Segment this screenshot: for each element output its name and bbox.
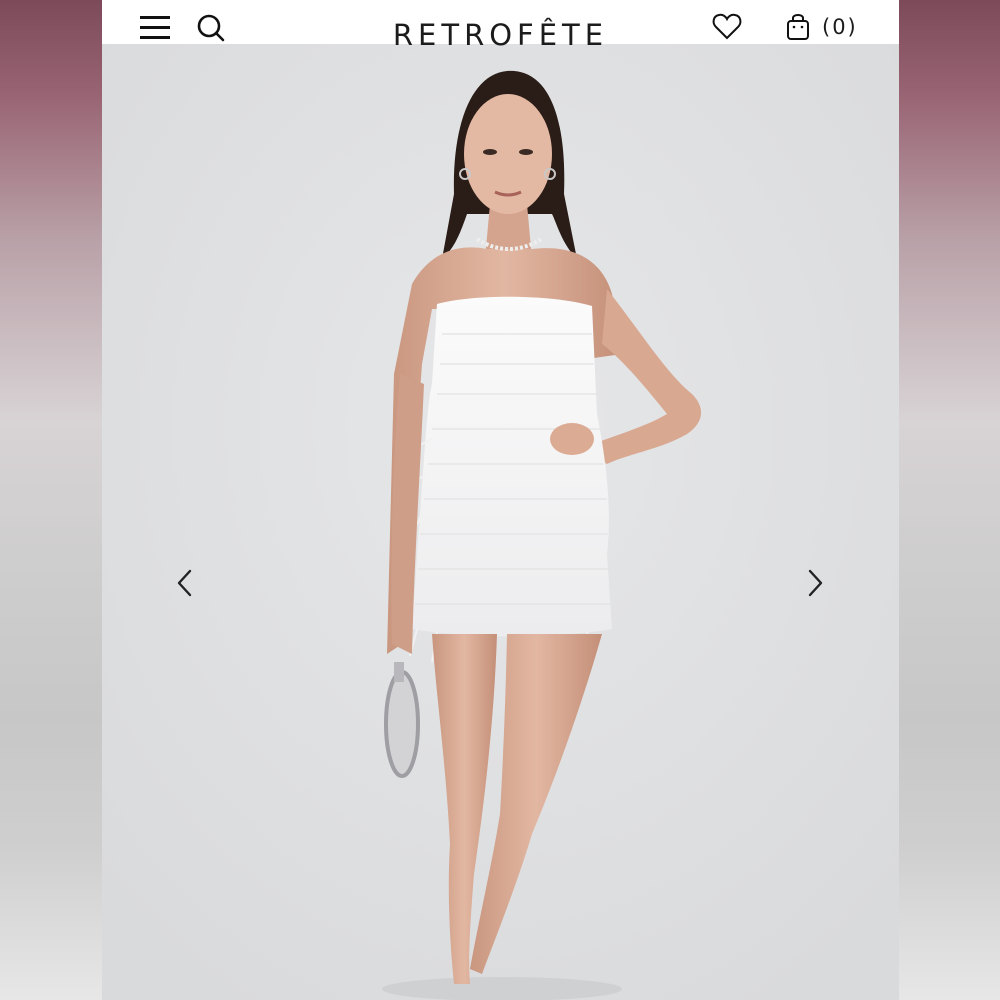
site-header: RETROFÊTE (0) bbox=[102, 0, 899, 52]
next-image-button[interactable] bbox=[796, 565, 832, 601]
heart-icon bbox=[712, 13, 742, 40]
cart-count: (0) bbox=[822, 15, 858, 39]
brand-logo[interactable]: RETROFÊTE bbox=[102, 15, 899, 55]
product-page: RETROFÊTE (0) bbox=[102, 0, 899, 1000]
wishlist-button[interactable] bbox=[710, 8, 744, 42]
chevron-right-icon bbox=[808, 569, 823, 597]
chevron-left-icon bbox=[177, 569, 192, 597]
product-image bbox=[102, 44, 899, 1000]
shopping-bag-icon bbox=[787, 14, 809, 40]
previous-image-button[interactable] bbox=[168, 565, 204, 601]
cart-button[interactable]: (0) bbox=[782, 8, 872, 42]
